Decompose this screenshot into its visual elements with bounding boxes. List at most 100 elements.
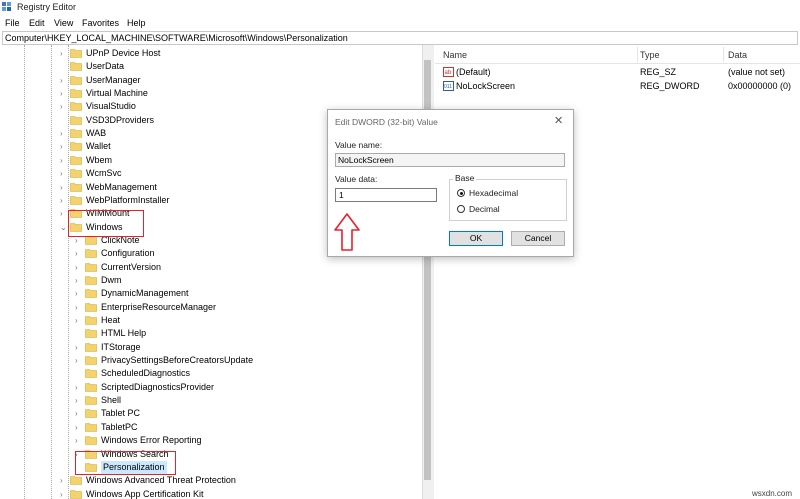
chevron-right-icon[interactable]: › [75, 247, 83, 260]
tree-item-label: Windows Error Reporting [101, 435, 202, 446]
chevron-right-icon[interactable]: › [75, 341, 83, 354]
menu-file[interactable]: File [5, 18, 20, 28]
folder-icon [85, 382, 97, 392]
tree-item-label: PrivacySettingsBeforeCreatorsUpdate [101, 355, 254, 366]
chevron-right-icon[interactable]: › [60, 154, 68, 167]
hexadecimal-radio[interactable] [457, 189, 465, 197]
tree-item-label: Dwm [101, 274, 122, 285]
chevron-right-icon[interactable]: › [60, 207, 68, 220]
tree-item-label: UPnP Device Host [86, 48, 161, 58]
folder-icon [85, 409, 97, 419]
chevron-right-icon[interactable]: › [75, 421, 83, 434]
chevron-right-icon[interactable]: › [60, 194, 68, 207]
chevron-right-icon[interactable]: › [60, 140, 68, 153]
chevron-right-icon[interactable]: › [60, 47, 68, 60]
folder-icon [70, 476, 82, 485]
base-label: Base [453, 173, 477, 183]
chevron-right-icon[interactable]: › [75, 434, 83, 447]
value-name: NoLockScreen [456, 81, 516, 91]
value-row-nolockscreen[interactable]: 011 NoLockScreen REG_DWORD 0x00000000 (0… [443, 81, 798, 94]
tree-item-label: VSD3DProviders [86, 114, 155, 125]
tree-item-label: WcmSvc [86, 168, 122, 179]
value-type: REG_DWORD [640, 81, 700, 91]
window-title: Registry Editor [17, 2, 77, 12]
folder-icon [85, 369, 97, 379]
column-name[interactable]: Name [443, 50, 467, 60]
tree-item-label: EnterpriseResourceManager [101, 301, 217, 312]
folder-icon [85, 422, 97, 432]
chevron-right-icon[interactable]: › [75, 301, 83, 314]
tree-item-label: Windows App Certification Kit [86, 488, 204, 499]
chevron-right-icon[interactable]: › [60, 181, 68, 194]
tree-item-label: Wbem [86, 154, 113, 165]
chevron-right-icon[interactable]: › [60, 488, 68, 499]
chevron-right-icon[interactable]: › [75, 314, 83, 327]
folder-icon [70, 102, 82, 112]
tree-guide-line [51, 45, 53, 499]
chevron-down-icon[interactable]: ⌄ [60, 221, 68, 234]
value-data-input[interactable]: 1 [335, 188, 437, 202]
column-type[interactable]: Type [640, 50, 660, 60]
chevron-right-icon[interactable]: › [60, 127, 68, 140]
chevron-right-icon[interactable]: › [75, 407, 83, 420]
folder-icon [70, 75, 82, 85]
tree-item-label: ITStorage [101, 341, 141, 352]
chevron-right-icon[interactable]: › [60, 474, 68, 487]
tree-item-label: VisualStudio [86, 101, 136, 112]
title-bar: Registry Editor [0, 0, 800, 14]
tree-item-label: Wallet [86, 141, 111, 152]
chevron-right-icon[interactable]: › [75, 354, 83, 367]
folder-icon [85, 249, 97, 259]
folder-icon [85, 342, 97, 352]
hexadecimal-label: Hexadecimal [469, 188, 519, 198]
column-separator[interactable] [723, 47, 724, 62]
tree-item-label: TabletPC [101, 421, 138, 432]
folder-icon [70, 142, 82, 152]
tree-item-label: UserManager [86, 74, 141, 85]
column-separator[interactable] [637, 47, 638, 62]
menu-edit[interactable]: Edit [29, 18, 45, 28]
folder-icon [70, 489, 82, 499]
menu-help[interactable]: Help [127, 18, 146, 28]
value-row-default[interactable]: ab (Default) REG_SZ (value not set) [443, 67, 798, 80]
registry-editor-icon [2, 2, 11, 11]
chevron-right-icon[interactable]: › [75, 287, 83, 300]
chevron-right-icon[interactable]: › [60, 100, 68, 113]
folder-icon [70, 155, 82, 165]
chevron-right-icon[interactable]: › [75, 261, 83, 274]
dialog-title: Edit DWORD (32-bit) Value [335, 117, 438, 127]
menu-view[interactable]: View [54, 18, 73, 28]
folder-icon [85, 396, 97, 405]
string-value-icon: ab [443, 67, 454, 77]
cancel-button[interactable]: Cancel [511, 231, 565, 246]
annotation-box-personalization [75, 451, 176, 475]
tree-item-label: ScriptedDiagnosticsProvider [101, 381, 215, 392]
chevron-right-icon[interactable]: › [75, 394, 83, 407]
svg-text:011: 011 [444, 84, 452, 90]
chevron-right-icon[interactable]: › [75, 274, 83, 287]
address-bar[interactable]: Computer\HKEY_LOCAL_MACHINE\SOFTWARE\Mic… [2, 31, 798, 45]
chevron-right-icon[interactable]: › [60, 74, 68, 87]
tree-item-label: WebPlatformInstaller [86, 194, 170, 205]
folder-icon [85, 436, 97, 445]
dword-value-icon: 011 [443, 81, 454, 91]
decimal-radio[interactable] [457, 205, 465, 213]
chevron-right-icon[interactable]: › [60, 87, 68, 100]
folder-icon [85, 356, 97, 365]
chevron-right-icon[interactable]: › [75, 381, 83, 394]
chevron-right-icon[interactable]: › [60, 167, 68, 180]
column-data[interactable]: Data [728, 50, 747, 60]
close-icon[interactable]: ✕ [554, 114, 563, 127]
folder-icon [85, 316, 97, 325]
value-name-field: NoLockScreen [335, 153, 565, 167]
tree-item-label: Shell [101, 395, 122, 406]
menu-favorites[interactable]: Favorites [82, 18, 119, 28]
ok-button[interactable]: OK [449, 231, 503, 246]
annotation-box-windows [68, 210, 144, 237]
watermark: wsxdn.com [752, 489, 793, 498]
tree-item-label: DynamicManagement [101, 288, 189, 299]
value-name: (Default) [456, 67, 491, 77]
folder-icon [70, 89, 82, 98]
folder-icon [85, 302, 97, 312]
tree-item-label: UserData [86, 61, 125, 72]
